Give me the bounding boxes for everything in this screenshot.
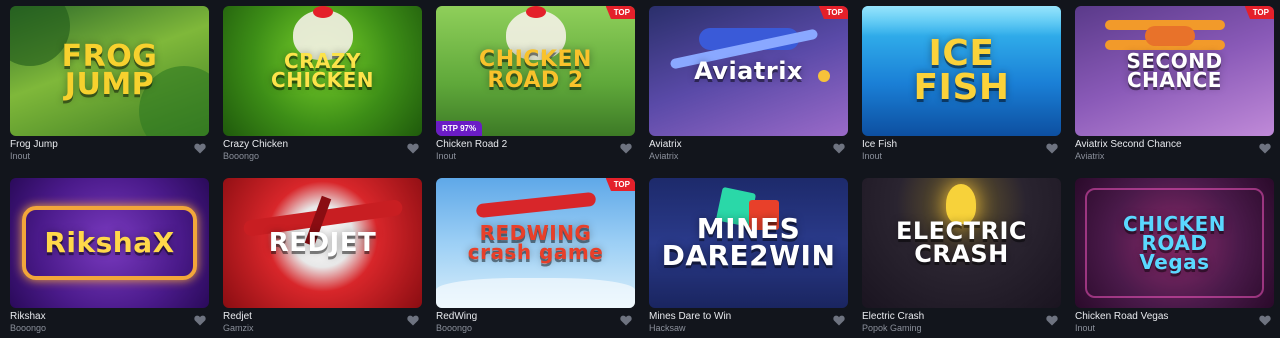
top-badge: TOP [605,6,635,19]
game-provider[interactable]: Booongo [436,323,635,334]
game-title[interactable]: Rikshax [10,311,209,323]
game-meta: Rikshax Booongo [10,311,209,333]
game-title[interactable]: Mines Dare to Win [649,311,848,323]
heart-icon[interactable] [1259,313,1271,326]
heart-icon[interactable] [194,141,206,154]
game-title[interactable]: Redjet [223,311,422,323]
game-card[interactable]: RikshaX Rikshax Booongo [10,178,209,333]
games-grid: FROG JUMP Frog Jump Inout CRAZY CHICKEN Craz… [10,6,1274,333]
game-logo-art: CRAZY CHICKEN [271,49,374,92]
game-title[interactable]: Frog Jump [10,139,209,151]
game-thumbnail[interactable]: MINES DARE2WIN [649,178,848,308]
game-meta: Chicken Road Vegas Inout [1075,311,1274,333]
game-meta: Ice Fish Inout [862,139,1061,161]
game-title[interactable]: Chicken Road 2 [436,139,635,151]
heart-icon[interactable] [1046,313,1058,326]
game-provider[interactable]: Popok Gaming [862,323,1061,334]
game-card[interactable]: SECOND CHANCE TOP Aviatrix Second Chance Av… [1075,6,1274,161]
game-logo-art: CHICKEN ROAD Vegas [1123,211,1226,274]
game-title[interactable]: Electric Crash [862,311,1061,323]
game-thumbnail[interactable]: CHICKEN ROAD Vegas [1075,178,1274,308]
game-logo-art: REDWING crash game [467,221,604,264]
game-provider[interactable]: Hacksaw [649,323,848,334]
game-meta: Mines Dare to Win Hacksaw [649,311,848,333]
game-title[interactable]: Crazy Chicken [223,139,422,151]
heart-icon[interactable] [620,141,632,154]
game-meta: Frog Jump Inout [10,139,209,161]
game-card[interactable]: REDJET Redjet Gamzix [223,178,422,333]
game-thumbnail[interactable]: Aviatrix TOP [649,6,848,136]
game-logo-art: REDJET [268,227,377,258]
game-card[interactable]: CHICKEN ROAD Vegas Chicken Road Vegas Inou… [1075,178,1274,333]
heart-icon[interactable] [194,313,206,326]
game-logo-art: ICE FISH [913,32,1010,108]
game-card[interactable]: CRAZY CHICKEN Crazy Chicken Booongo [223,6,422,161]
game-thumbnail[interactable]: REDJET [223,178,422,308]
game-provider[interactable]: Inout [1075,323,1274,334]
heart-icon[interactable] [833,141,845,154]
game-meta: RedWing Booongo [436,311,635,333]
game-meta: Redjet Gamzix [223,311,422,333]
game-meta: Aviatrix Second Chance Aviatrix [1075,139,1274,161]
game-provider[interactable]: Gamzix [223,323,422,334]
game-meta: Electric Crash Popok Gaming [862,311,1061,333]
heart-icon[interactable] [407,313,419,326]
game-title[interactable]: Ice Fish [862,139,1061,151]
game-card[interactable]: CHICKEN ROAD 2 TOP RTP 97% Chicken Road 2 In… [436,6,635,161]
top-badge: TOP [1244,6,1274,19]
game-logo-art: SECOND CHANCE [1126,49,1223,92]
game-card[interactable]: ICE FISH Ice Fish Inout [862,6,1061,161]
game-card[interactable]: REDWING crash game TOP RedWing Booongo [436,178,635,333]
game-thumbnail[interactable]: ICE FISH [862,6,1061,136]
game-thumbnail[interactable]: RikshaX [10,178,209,308]
game-logo-art: RikshaX [44,225,175,259]
game-thumbnail[interactable]: ELECTRIC CRASH [862,178,1061,308]
game-meta: Crazy Chicken Booongo [223,139,422,161]
heart-icon[interactable] [1046,141,1058,154]
game-thumbnail[interactable]: SECOND CHANCE TOP [1075,6,1274,136]
game-logo-art: ELECTRIC CRASH [895,217,1028,268]
game-card[interactable]: ELECTRIC CRASH Electric Crash Popok Gaming [862,178,1061,333]
game-card[interactable]: FROG JUMP Frog Jump Inout [10,6,209,161]
game-provider[interactable]: Booongo [10,323,209,334]
game-provider[interactable]: Aviatrix [1075,151,1274,162]
top-badge: TOP [818,6,848,19]
game-card[interactable]: MINES DARE2WIN Mines Dare to Win Hacksaw [649,178,848,333]
game-thumbnail[interactable]: REDWING crash game TOP [436,178,635,308]
game-provider[interactable]: Inout [10,151,209,162]
game-logo-art: CHICKEN ROAD 2 [479,47,592,93]
top-badge: TOP [605,178,635,191]
game-title[interactable]: RedWing [436,311,635,323]
game-provider[interactable]: Booongo [223,151,422,162]
game-provider[interactable]: Inout [862,151,1061,162]
heart-icon[interactable] [620,313,632,326]
game-logo-art: MINES DARE2WIN [661,212,836,272]
game-meta: Chicken Road 2 Inout [436,139,635,161]
game-provider[interactable]: Aviatrix [649,151,848,162]
heart-icon[interactable] [833,313,845,326]
heart-icon[interactable] [1259,141,1271,154]
game-logo-art: Aviatrix [694,56,803,85]
heart-icon[interactable] [407,141,419,154]
game-title[interactable]: Chicken Road Vegas [1075,311,1274,323]
rtp-badge: RTP 97% [436,121,483,136]
game-logo-art: FROG JUMP [61,38,158,102]
game-card[interactable]: Aviatrix TOP Aviatrix Aviatrix [649,6,848,161]
game-thumbnail[interactable]: FROG JUMP [10,6,209,136]
game-meta: Aviatrix Aviatrix [649,139,848,161]
game-title[interactable]: Aviatrix [649,139,848,151]
game-thumbnail[interactable]: CHICKEN ROAD 2 TOP RTP 97% [436,6,635,136]
game-title[interactable]: Aviatrix Second Chance [1075,139,1274,151]
game-provider[interactable]: Inout [436,151,635,162]
game-thumbnail[interactable]: CRAZY CHICKEN [223,6,422,136]
